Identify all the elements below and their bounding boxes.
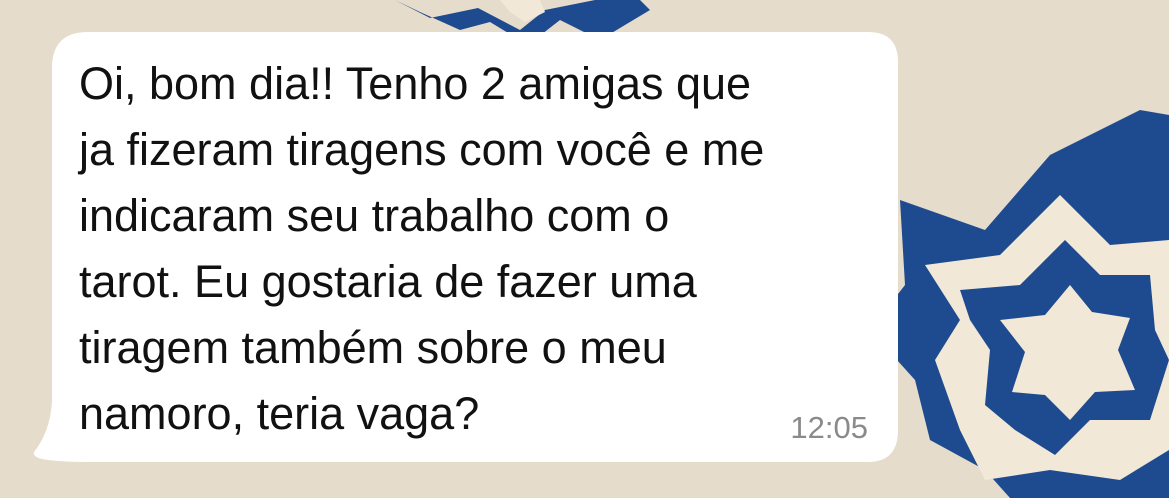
chat-screen: { "chat": { "message": { "text": "Oi, bo… [0, 0, 1169, 498]
message-text: Oi, bom dia!! Tenho 2 amigas que ja fize… [79, 58, 765, 439]
message-timestamp: 12:05 [790, 410, 868, 445]
star-icon [870, 110, 1169, 498]
message-bubble[interactable]: Oi, bom dia!! Tenho 2 amigas que ja fize… [30, 32, 900, 464]
